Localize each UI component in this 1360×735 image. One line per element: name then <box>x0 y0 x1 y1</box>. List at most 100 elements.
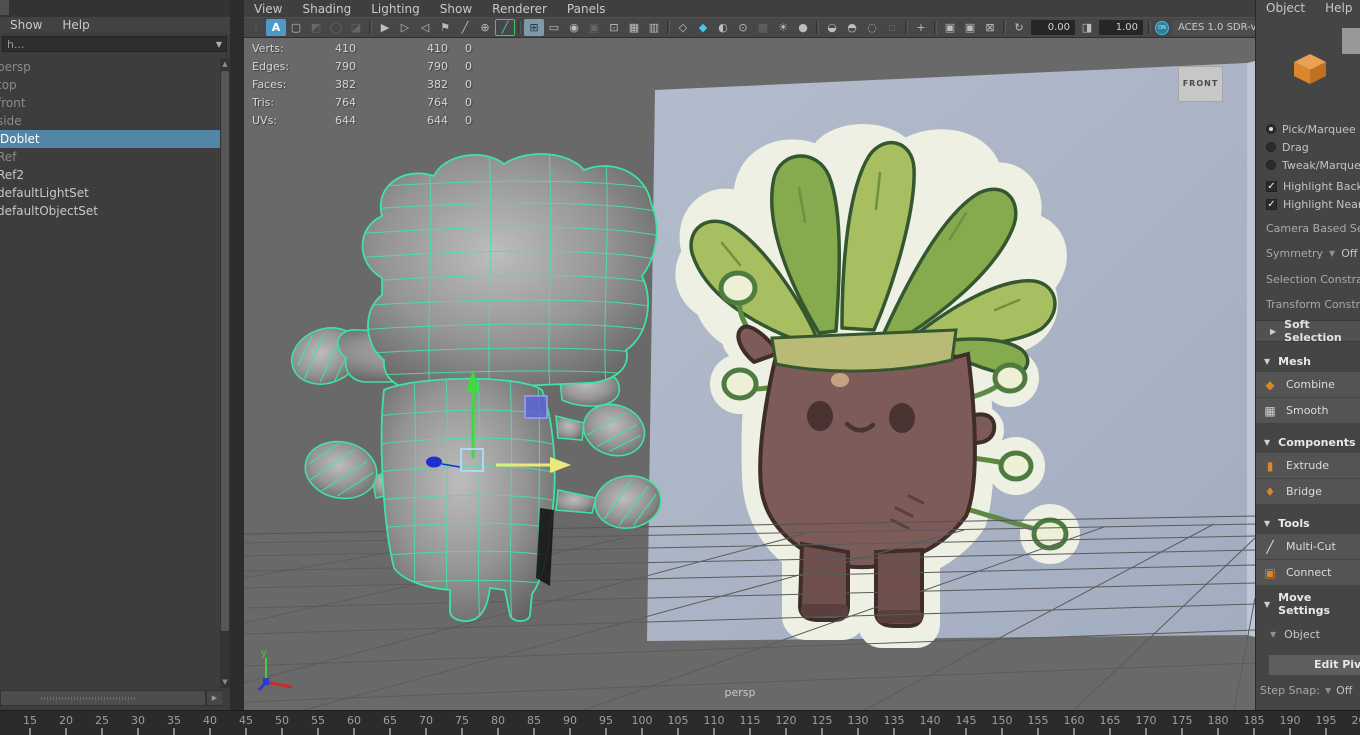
menu-shading[interactable]: Shading <box>292 1 361 17</box>
chevron-down-icon[interactable]: ▼ <box>1270 630 1276 639</box>
outliner-item-defaultobjectset[interactable]: defaultObjectSet <box>0 202 220 220</box>
pill-select-icon[interactable]: ◪ <box>346 19 366 36</box>
shadows-icon[interactable]: ● <box>793 19 813 36</box>
smooth-button[interactable]: ▦Smooth <box>1256 398 1360 423</box>
outliner-item-doblet[interactable]: Doblet <box>0 130 220 148</box>
checkbox-highlight-backfaces[interactable]: ✓Highlight Backfaces <box>1266 177 1360 195</box>
chevron-down-icon[interactable]: ▼ <box>1264 438 1270 447</box>
outliner-item-side[interactable]: side <box>0 112 220 130</box>
scroll-right-icon[interactable]: ▶ <box>207 691 222 705</box>
safe-title-icon[interactable]: ▥ <box>644 19 664 36</box>
chevron-down-icon[interactable]: ▼ <box>1325 686 1331 695</box>
xray-icon[interactable]: + <box>911 19 931 36</box>
chevron-down-icon[interactable]: ▼ <box>1329 249 1335 258</box>
anti-alias-icon[interactable]: ◌ <box>862 19 882 36</box>
motion-blur-icon[interactable]: ◓ <box>842 19 862 36</box>
bridge-button[interactable]: ♦Bridge <box>1256 479 1360 504</box>
outliner-item-top[interactable]: top <box>0 76 220 94</box>
combine-button[interactable]: ◆Combine <box>1256 372 1360 397</box>
outliner-item-persp[interactable]: persp <box>0 58 220 76</box>
menu-lighting[interactable]: Lighting <box>361 1 430 17</box>
symmetry-value[interactable]: Off <box>1341 247 1357 260</box>
selected-face-highlight[interactable] <box>525 396 547 418</box>
symmetry-row[interactable]: Symmetry ▼ Off <box>1266 247 1360 260</box>
menu-view[interactable]: View <box>244 1 292 17</box>
chevron-down-icon[interactable]: ▼ <box>1264 357 1270 366</box>
search-input[interactable]: h... <box>7 38 216 51</box>
outliner-horizontal-scrollbar[interactable]: ▶ <box>0 690 222 706</box>
camera-icon[interactable]: ▶ <box>375 19 395 36</box>
exposure-field[interactable]: 0.00 <box>1031 20 1075 35</box>
exposure-icon[interactable]: ↻ <box>1009 19 1029 36</box>
menu-show[interactable]: Show <box>0 17 52 33</box>
checkbox-highlight-nearest-component[interactable]: ✓Highlight Nearest Component <box>1266 195 1360 213</box>
menu-show[interactable]: Show <box>430 1 482 17</box>
viewport-3d-scene[interactable]: y <box>244 38 1255 710</box>
timeline-ruler[interactable]: 1520253035404550556065707580859095100105… <box>0 710 1360 735</box>
marquee-select-icon[interactable]: ▢ <box>286 19 306 36</box>
outliner-item-front[interactable]: front <box>0 94 220 112</box>
crop-region-icon[interactable]: ⊠ <box>980 19 1000 36</box>
step-snap-value[interactable]: Off <box>1336 684 1352 697</box>
edit-pivot-button[interactable]: Edit Pivot <box>1269 655 1360 675</box>
radio-button[interactable] <box>1266 160 1276 170</box>
camera-select-icon[interactable]: ◁ <box>415 19 435 36</box>
radio-drag[interactable]: Drag <box>1266 138 1360 156</box>
menu-panels[interactable]: Panels <box>557 1 616 17</box>
panel-button[interactable] <box>1342 28 1360 54</box>
extrude-button[interactable]: ▮Extrude <box>1256 453 1360 478</box>
wireframe-on-shaded-icon[interactable]: ⊙ <box>733 19 753 36</box>
gate-mask-icon[interactable]: ▣ <box>584 19 604 36</box>
lighting-icon[interactable]: ☀ <box>773 19 793 36</box>
radio-tweak-marquee[interactable]: Tweak/Marquee <box>1266 156 1360 174</box>
section-header-components[interactable]: ▼Components <box>1256 431 1360 453</box>
camera-attributes-icon[interactable]: ▷ <box>395 19 415 36</box>
axis-orientation-dropdown[interactable]: ▼ Object <box>1256 624 1360 644</box>
transform-constraint-label[interactable]: Transform Constraints <box>1266 298 1360 311</box>
camera-based-selection-label[interactable]: Camera Based Selection <box>1266 222 1360 235</box>
bookmark-icon[interactable]: ⚑ <box>435 19 455 36</box>
menu-help[interactable]: Help <box>52 17 99 33</box>
occlusion-icon[interactable]: ◒ <box>822 19 842 36</box>
single-select-tool-icon[interactable]: A <box>266 19 286 36</box>
chevron-down-icon[interactable]: ▼ <box>1264 600 1270 609</box>
outliner-item-defaultlightset[interactable]: defaultLightSet <box>0 184 220 202</box>
section-header-mesh[interactable]: ▼Mesh <box>1256 350 1360 372</box>
menu-object[interactable]: Object <box>1256 0 1315 16</box>
grip-handle[interactable]: ⋮ <box>246 19 266 36</box>
safe-action-icon[interactable]: ▦ <box>624 19 644 36</box>
scroll-up-icon[interactable]: ▲ <box>220 58 230 70</box>
grease-pencil-icon[interactable]: ╱ <box>455 19 475 36</box>
gamma-field[interactable]: 1.00 <box>1099 20 1143 35</box>
outliner-search-field[interactable]: h... ▼ <box>2 36 227 52</box>
default-material-icon[interactable]: ▩ <box>753 19 773 36</box>
wireframe-mode-icon[interactable]: ◇ <box>673 19 693 36</box>
gamma-icon[interactable]: ◨ <box>1077 19 1097 36</box>
viewport-canvas[interactable]: y Verts:4104100Edges:7907900Faces:382382… <box>244 38 1255 710</box>
paint-select-icon[interactable]: ◩ <box>306 19 326 36</box>
chevron-down-icon[interactable]: ▼ <box>216 40 222 49</box>
connect-button[interactable]: ▣Connect <box>1256 560 1360 585</box>
radio-button[interactable] <box>1266 124 1276 134</box>
radio-button[interactable] <box>1266 142 1276 152</box>
textured-mode-icon[interactable]: ◐ <box>713 19 733 36</box>
menu-help[interactable]: Help <box>1315 0 1360 16</box>
step-snap-row[interactable]: Step Snap:▼Off <box>1256 684 1360 697</box>
scroll-down-icon[interactable]: ▼ <box>220 676 230 688</box>
scrollbar-thumb[interactable] <box>1 691 205 705</box>
radio-pick-marquee[interactable]: Pick/Marquee <box>1266 120 1360 138</box>
depth-peeling-icon[interactable]: ▫ <box>882 19 902 36</box>
outliner-item-ref2[interactable]: Ref2 <box>0 166 220 184</box>
field-chart-icon[interactable]: ⊡ <box>604 19 624 36</box>
colorspace-on-toggle[interactable]: ON <box>1155 21 1169 35</box>
isolate-add-icon[interactable]: ▣ <box>960 19 980 36</box>
section-header-move-settings[interactable]: ▼Move Settings <box>1256 593 1360 615</box>
chevron-down-icon[interactable]: ▼ <box>1264 519 1270 528</box>
chevron-right-icon[interactable]: ▶ <box>1270 327 1276 336</box>
outliner-vertical-scrollbar[interactable]: ▲ ▼ <box>220 58 230 688</box>
outliner-item-ref[interactable]: Ref <box>0 148 220 166</box>
checkbox[interactable]: ✓ <box>1266 199 1277 210</box>
checkbox[interactable]: ✓ <box>1266 181 1277 192</box>
axis-orientation-value[interactable]: Object <box>1284 628 1320 641</box>
isolate-view-icon[interactable]: ▣ <box>940 19 960 36</box>
